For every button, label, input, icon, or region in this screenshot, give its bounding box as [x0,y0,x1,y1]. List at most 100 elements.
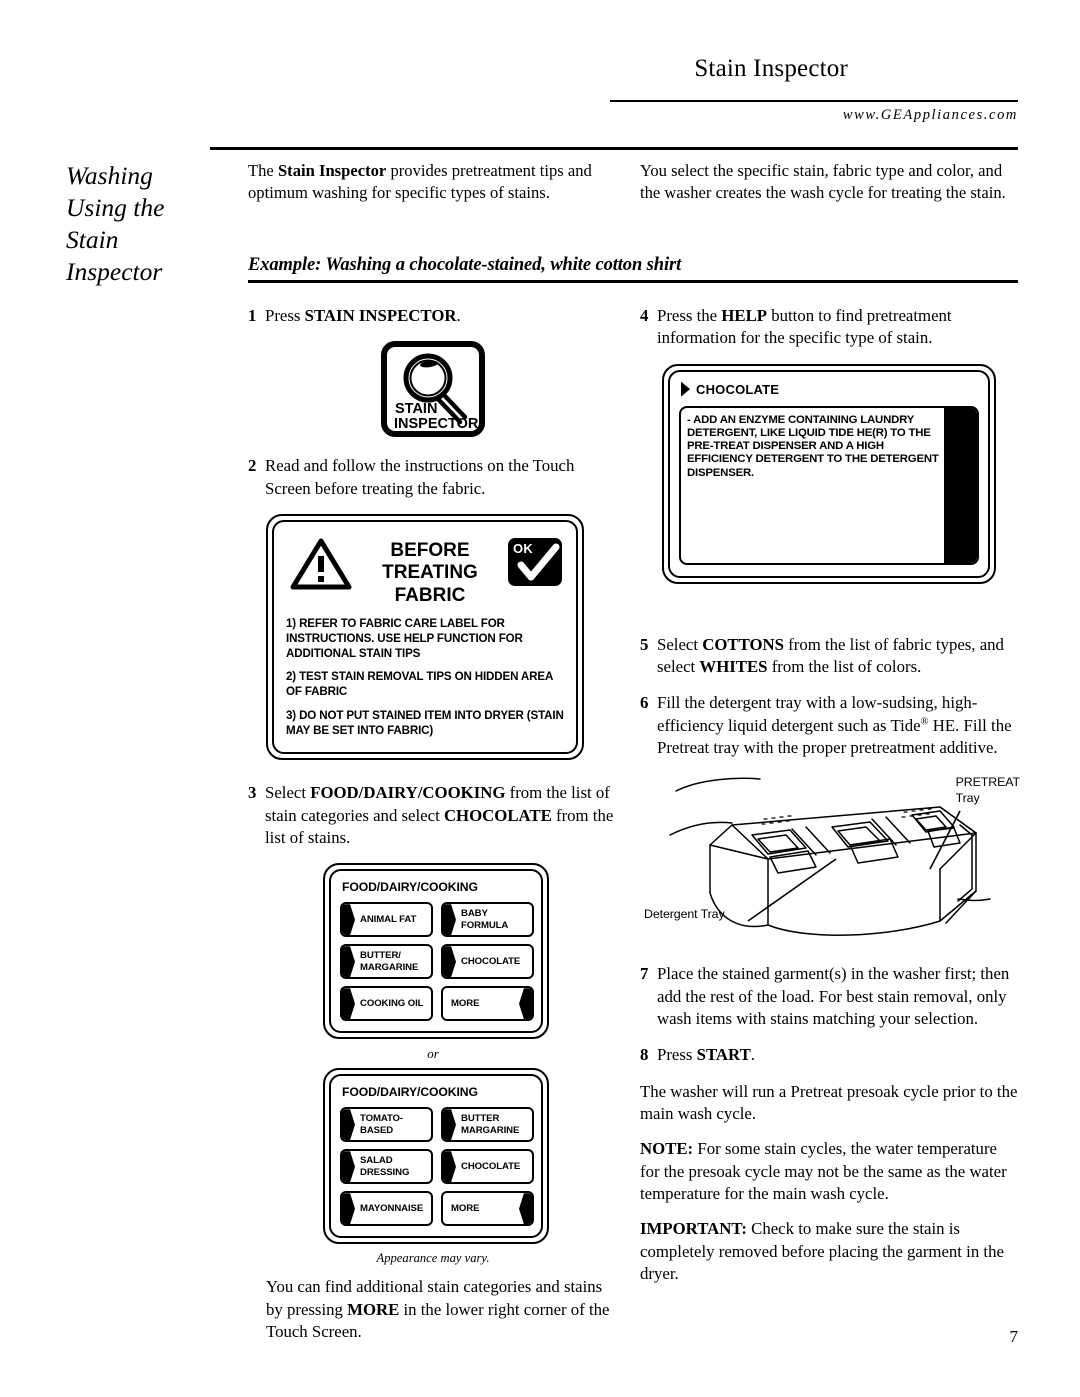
step-3-text: Select FOOD/DAIRY/COOKING from the list … [265,783,614,847]
stain-inspector-icon-label-2: INSPECTOR [394,416,479,432]
step-1-bold: STAIN INSPECTOR [304,306,457,325]
step-7: 7 Place the stained garment(s) in the wa… [640,963,1018,1030]
stain-inspector-icon-label-1: STAIN [395,401,437,417]
help-screen-header: CHOCOLATE [681,381,979,397]
chocolate-help-screen[interactable]: CHOCOLATE - ADD AN ENZYME CONTAINING LAU… [662,363,996,584]
step-2-text: Read and follow the instructions on the … [265,456,575,498]
menu-1-button-grid: ANIMAL FAT BABY FORMULA BUTTER/ MARGARIN… [340,902,534,1022]
arrow-left-icon [519,988,532,1020]
example-heading: Example: Washing a chocolate-stained, wh… [248,255,682,275]
example-heading-band: Example: Washing a chocolate-stained, wh… [248,255,1018,283]
pretreat-tray-label-line-2: Tray [955,790,980,805]
intro-right-column: You select the specific stain, fabric ty… [640,160,1018,205]
before-treating-fabric-instructions: 1) REFER TO FABRIC CARE LABEL FOR INSTRU… [286,617,564,738]
step-8: 8 Press START. [640,1044,1018,1066]
menu-1-label-5: MORE [451,998,480,1010]
btf-title-line-2: TREATING [382,562,478,584]
checkmark-icon [517,543,560,581]
header-rule-top [610,100,1018,102]
page-number: 7 [1009,1327,1019,1346]
menu-2-button-grid: TOMATO-BASED BUTTER MARGARINE SALAD DRES… [340,1107,534,1227]
btf-item-3: 3) DO NOT PUT STAINED ITEM INTO DRYER (S… [286,708,564,737]
help-screen-inner: CHOCOLATE - ADD AN ENZYME CONTAINING LAU… [668,369,990,578]
detergent-tray-figure: PRETREAT Tray Detergent Tray [640,773,1020,953]
side-title-line-1: Washing [66,161,153,190]
step-4-text: Press the HELP button to find pretreatme… [657,306,952,348]
btf-title-line-1: BEFORE [390,539,470,561]
help-screen-body: - ADD AN ENZYME CONTAINING LAUNDRY DETER… [679,405,979,565]
menu-1-button-more[interactable]: MORE [441,986,534,1022]
menu-1-title: FOOD/DAIRY/COOKING [342,880,478,895]
menu-2-label-1: BUTTER MARGARINE [461,1113,520,1136]
step-2: 2 Read and follow the instructions on th… [248,455,618,500]
step-7-text: Place the stained garment(s) in the wash… [657,964,1010,1028]
help-screen-title: CHOCOLATE [696,381,780,397]
left-column-body: 1 Press STAIN INSPECTOR. STAIN INSPECTOR… [248,305,618,1356]
step-8-number: 8 [640,1045,649,1065]
detergent-leader-line [747,858,837,922]
menu-1-label-3: CHOCOLATE [461,956,521,968]
btf-item-2: 2) TEST STAIN REMOVAL TIPS ON HIDDEN ARE… [286,670,553,699]
menu-2-button-tomato-based[interactable]: TOMATO-BASED [340,1107,433,1143]
menu-2-button-chocolate[interactable]: CHOCOLATE [441,1149,534,1185]
step-8-bold: START [696,1045,751,1065]
stain-inspector-icon-wrap: STAIN INSPECTOR [248,341,618,438]
menu-2-button-more[interactable]: MORE [441,1191,534,1227]
step-1-text: Press STAIN INSPECTOR. [265,306,461,325]
food-dairy-cooking-menu-1[interactable]: FOOD/DAIRY/COOKING ANIMAL FAT BABY FORMU… [323,863,549,1040]
menu-1-button-animal-fat[interactable]: ANIMAL FAT [340,902,433,938]
warning-triangle-icon [290,538,352,590]
step-4: 4 Press the HELP button to find pretreat… [640,305,1018,350]
menu-1-button-baby-formula[interactable]: BABY FORMULA [441,902,534,938]
menu-2-button-salad-dressing[interactable]: SALAD DRESSING [340,1149,433,1185]
menu-1-label-2: BUTTER/ MARGARINE [360,950,419,973]
menu-2-title: FOOD/DAIRY/COOKING [342,1085,478,1100]
menu-2-label-2: SALAD DRESSING [360,1155,410,1178]
note-label: NOTE: [640,1139,694,1159]
arrow-right-icon [681,381,690,397]
intro-left-column: The Stain Inspector provides pretreatmen… [248,160,618,205]
before-treating-fabric-title: BEFORE TREATING FABRIC [362,538,498,607]
step-1-number: 1 [248,306,257,325]
right-column-body: 4 Press the HELP button to find pretreat… [640,305,1020,1298]
appearance-may-vary-caption: Appearance may vary. [376,1251,490,1266]
before-treating-fabric-header: BEFORE TREATING FABRIC OK [286,532,564,617]
menu-2-label-3: CHOCOLATE [461,1161,521,1173]
menu-2-label-5: MORE [451,1203,480,1215]
step-6-number: 6 [640,693,649,713]
intro-right-text: You select the specific stain, fabric ty… [640,161,1006,203]
detergent-tray-label: Detergent Tray [644,907,725,922]
menu-2-button-mayonnaise[interactable]: MAYONNAISE [340,1191,433,1227]
important-paragraph: IMPORTANT: Check to make sure the stain … [640,1218,1018,1285]
menu-1-button-chocolate[interactable]: CHOCOLATE [441,944,534,980]
presoak-note: The washer will run a Pretreat presoak c… [640,1081,1018,1123]
section-side-title: Washing Using the Stain Inspector [66,160,231,288]
menu-1-inner: FOOD/DAIRY/COOKING ANIMAL FAT BABY FORMU… [329,869,543,1034]
before-treating-fabric-screen[interactable]: BEFORE TREATING FABRIC OK 1) REFER TO FA… [266,513,584,761]
side-title-line-4: Inspector [66,256,163,286]
intro-left-text: The Stain Inspector provides pretreatmen… [248,161,592,203]
step-1: 1 Press STAIN INSPECTOR. [248,305,618,327]
menu-2-label-0: TOMATO-BASED [360,1113,404,1136]
example-heading-rule [248,280,1018,283]
page-title: Stain Inspector [694,55,848,82]
food-dairy-cooking-menu-2[interactable]: FOOD/DAIRY/COOKING TOMATO-BASED BUTTER M… [323,1068,549,1245]
side-title-line-3: Stain [66,224,119,254]
menu-1-label-4: COOKING OIL [360,998,424,1010]
menu-2-button-butter-margarine[interactable]: BUTTER MARGARINE [441,1107,534,1143]
menu-2-inner: FOOD/DAIRY/COOKING TOMATO-BASED BUTTER M… [329,1074,543,1239]
step-6-text: Fill the detergent tray with a low-sudsi… [657,693,1012,757]
ok-checkmark-badge[interactable]: OK [508,537,562,586]
step-6: 6 Fill the detergent tray with a low-sud… [640,692,1018,759]
menu-1-button-butter-margarine[interactable]: BUTTER/ MARGARINE [340,944,433,980]
step-5-number: 5 [640,634,649,654]
stain-inspector-icon[interactable]: STAIN INSPECTOR [381,341,485,438]
note-paragraph: NOTE: For some stain cycles, the water t… [640,1138,1018,1205]
menu-1-button-cooking-oil[interactable]: COOKING OIL [340,986,433,1022]
important-label: IMPORTANT: [640,1219,747,1239]
step-5-text: Select COTTONS from the list of fabric t… [657,634,1004,676]
help-screen-text: - ADD AN ENZYME CONTAINING LAUNDRY DETER… [687,413,939,479]
header-website-url: www.GEAppliances.com [842,107,1018,123]
pretreat-tray-label: PRETREAT Tray [956,775,1020,806]
menu-2-label-4: MAYONNAISE [360,1203,424,1215]
